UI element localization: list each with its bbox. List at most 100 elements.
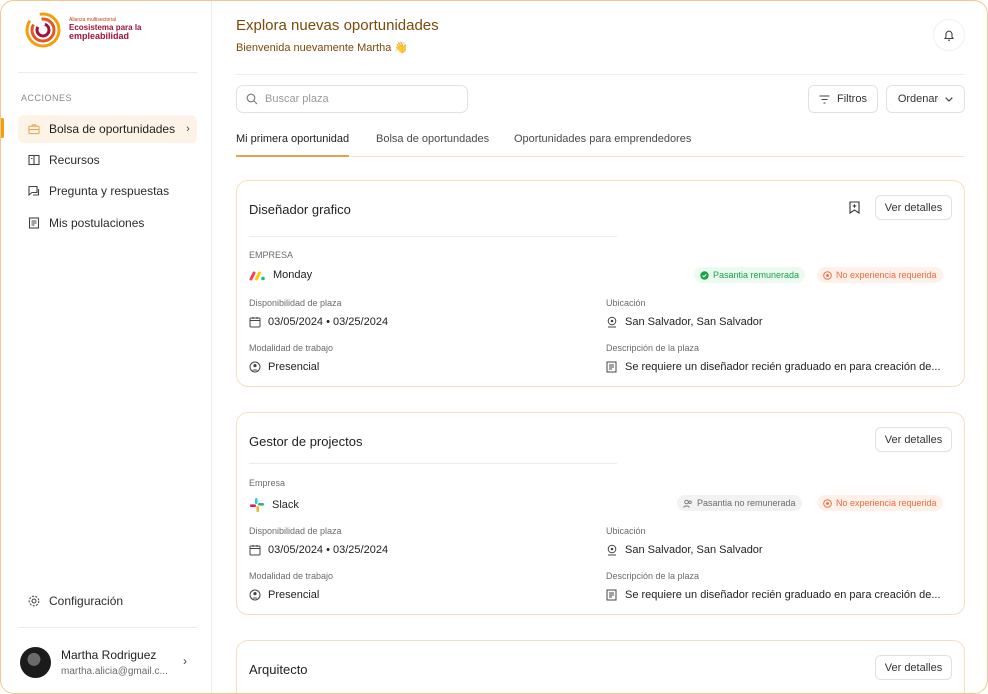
description-label: Descripción de la plaza bbox=[606, 571, 700, 581]
location-text: San Salvador, San Salvador bbox=[625, 544, 763, 556]
header-divider bbox=[236, 74, 964, 75]
brand-line3: empleabilidad bbox=[69, 31, 130, 42]
job-title: Gestor de projectos bbox=[249, 434, 363, 449]
modality-label: Modalidad de trabajo bbox=[249, 571, 334, 581]
settings-link[interactable]: Configuración bbox=[18, 587, 197, 615]
tab-mi-primera-oportunidad[interactable]: Mi primera oportunidad bbox=[236, 133, 350, 157]
sort-select[interactable]: Ordenar bbox=[886, 85, 965, 113]
bell-icon bbox=[943, 30, 955, 41]
availability-label: Disponibilidad de plaza bbox=[249, 526, 342, 536]
job-title: Diseñador grafico bbox=[249, 202, 351, 217]
monday-logo-icon bbox=[249, 271, 265, 280]
location-label: Ubicación bbox=[606, 526, 646, 536]
availability-text: 03/05/2024 • 03/25/2024 bbox=[268, 316, 389, 328]
location-text: San Salvador, San Salvador bbox=[625, 316, 763, 328]
page-title: Explora nuevas oportunidades bbox=[236, 17, 439, 34]
calendar-icon bbox=[249, 317, 261, 328]
job-card[interactable]: Arquitecto Ver detalles bbox=[236, 640, 965, 693]
status-badge: No experiencia requerida bbox=[817, 495, 943, 511]
availability-value: 03/05/2024 • 03/25/2024 bbox=[249, 316, 388, 328]
tab-emprendedores[interactable]: Oportunidades para emprendedores bbox=[514, 133, 691, 157]
location-value: San Salvador, San Salvador bbox=[606, 316, 763, 328]
sidebar: Alianza multisectorial Ecosistema para l… bbox=[1, 1, 212, 693]
tab-bolsa-oportunidades[interactable]: Bolsa de oportundades bbox=[376, 133, 489, 157]
chevron-down-icon bbox=[945, 96, 953, 102]
user-profile[interactable]: Martha Rodriguez martha.alicia@gmail.c..… bbox=[20, 644, 195, 680]
view-details-button[interactable]: Ver detalles bbox=[875, 655, 952, 680]
search-icon bbox=[246, 93, 258, 105]
award-icon bbox=[823, 498, 832, 508]
availability-text: 03/05/2024 • 03/25/2024 bbox=[268, 544, 389, 556]
card-divider bbox=[249, 236, 617, 237]
status-badge: Pasantia remunerada bbox=[694, 267, 806, 283]
status-badge: No experiencia requerida bbox=[817, 267, 943, 283]
card-divider bbox=[249, 463, 617, 464]
modality-value: Presencial bbox=[249, 589, 319, 601]
status-badge: Pasantia no remunerada bbox=[677, 495, 802, 511]
sidebar-item-bolsa[interactable]: Bolsa de oportunidades › bbox=[18, 115, 197, 143]
availability-value: 03/05/2024 • 03/25/2024 bbox=[249, 544, 388, 556]
calendar-icon bbox=[249, 545, 261, 556]
slack-logo-icon bbox=[250, 498, 264, 512]
job-card[interactable]: Diseñador grafico Ver detalles EMPRESA M… bbox=[236, 180, 965, 387]
user-email: martha.alicia@gmail.c... bbox=[61, 665, 168, 677]
modality-label: Modalidad de trabajo bbox=[249, 343, 334, 353]
view-details-button[interactable]: Ver detalles bbox=[875, 195, 952, 220]
sidebar-item-recursos[interactable]: Recursos bbox=[18, 146, 197, 174]
filters-label: Filtros bbox=[837, 93, 867, 105]
sort-label: Ordenar bbox=[897, 93, 939, 105]
search-box[interactable] bbox=[236, 85, 468, 113]
chevron-right-icon: › bbox=[186, 123, 190, 135]
badge-text: Pasantia no remunerada bbox=[697, 498, 796, 508]
job-card[interactable]: Gestor de projectos Ver detalles Empresa… bbox=[236, 412, 965, 615]
sidebar-divider bbox=[18, 627, 197, 628]
chat-icon bbox=[28, 185, 40, 197]
settings-label: Configuración bbox=[49, 594, 124, 608]
sidebar-item-preguntas[interactable]: Pregunta y respuestas bbox=[18, 177, 197, 205]
company-label: Empresa bbox=[249, 478, 286, 488]
company-name: Slack bbox=[272, 499, 299, 511]
clipboard-icon bbox=[28, 217, 40, 229]
sidebar-item-postulaciones[interactable]: Mis postulaciones bbox=[18, 209, 197, 237]
logo-rings-icon bbox=[25, 12, 61, 48]
badge-text: No experiencia requerida bbox=[836, 270, 937, 280]
location-value: San Salvador, San Salvador bbox=[606, 544, 763, 556]
briefcase-icon bbox=[28, 123, 40, 135]
sidebar-divider bbox=[18, 72, 197, 73]
filters-button[interactable]: Filtros bbox=[808, 85, 878, 113]
description-text: Se requiere un diseñador recién graduado… bbox=[625, 361, 941, 373]
description-value: Se requiere un diseñador recién graduado… bbox=[606, 589, 964, 601]
description-value: Se requiere un diseñador recién graduado… bbox=[606, 361, 964, 373]
notifications-button[interactable] bbox=[933, 19, 965, 51]
job-title: Arquitecto bbox=[249, 662, 308, 677]
location-label: Ubicación bbox=[606, 298, 646, 308]
document-icon bbox=[606, 361, 617, 373]
sidebar-section-label: ACCIONES bbox=[21, 93, 73, 103]
company-value: Slack bbox=[249, 497, 299, 513]
sidebar-item-label: Pregunta y respuestas bbox=[49, 184, 170, 198]
company-name: Monday bbox=[273, 269, 313, 281]
sidebar-item-label: Recursos bbox=[49, 153, 100, 167]
location-pin-icon bbox=[607, 316, 617, 328]
main-content: Explora nuevas oportunidades Bienvenida … bbox=[213, 1, 987, 693]
users-icon bbox=[683, 499, 692, 508]
avatar bbox=[20, 646, 51, 678]
user-name: Martha Rodriguez bbox=[61, 647, 157, 662]
availability-label: Disponibilidad de plaza bbox=[249, 298, 342, 308]
bookmark-button[interactable] bbox=[849, 201, 860, 217]
gear-icon bbox=[28, 595, 40, 607]
modality-text: Presencial bbox=[268, 361, 320, 373]
brand-logo[interactable]: Alianza multisectorial Ecosistema para l… bbox=[23, 11, 141, 49]
chevron-right-icon: › bbox=[183, 654, 187, 668]
view-details-button[interactable]: Ver detalles bbox=[875, 427, 952, 452]
check-circle-icon bbox=[700, 270, 709, 280]
badge-text: Pasantia remunerada bbox=[713, 270, 800, 280]
page-subtitle: Bienvenida nuevamente Martha 👋 bbox=[236, 42, 409, 54]
location-pin-icon bbox=[607, 544, 617, 556]
sidebar-item-label: Mis postulaciones bbox=[49, 216, 145, 230]
company-label: EMPRESA bbox=[249, 250, 294, 260]
search-input[interactable] bbox=[265, 93, 455, 105]
description-text: Se requiere un diseñador recién graduado… bbox=[625, 589, 941, 601]
app-window: Alianza multisectorial Ecosistema para l… bbox=[0, 0, 988, 694]
active-indicator bbox=[1, 118, 4, 138]
